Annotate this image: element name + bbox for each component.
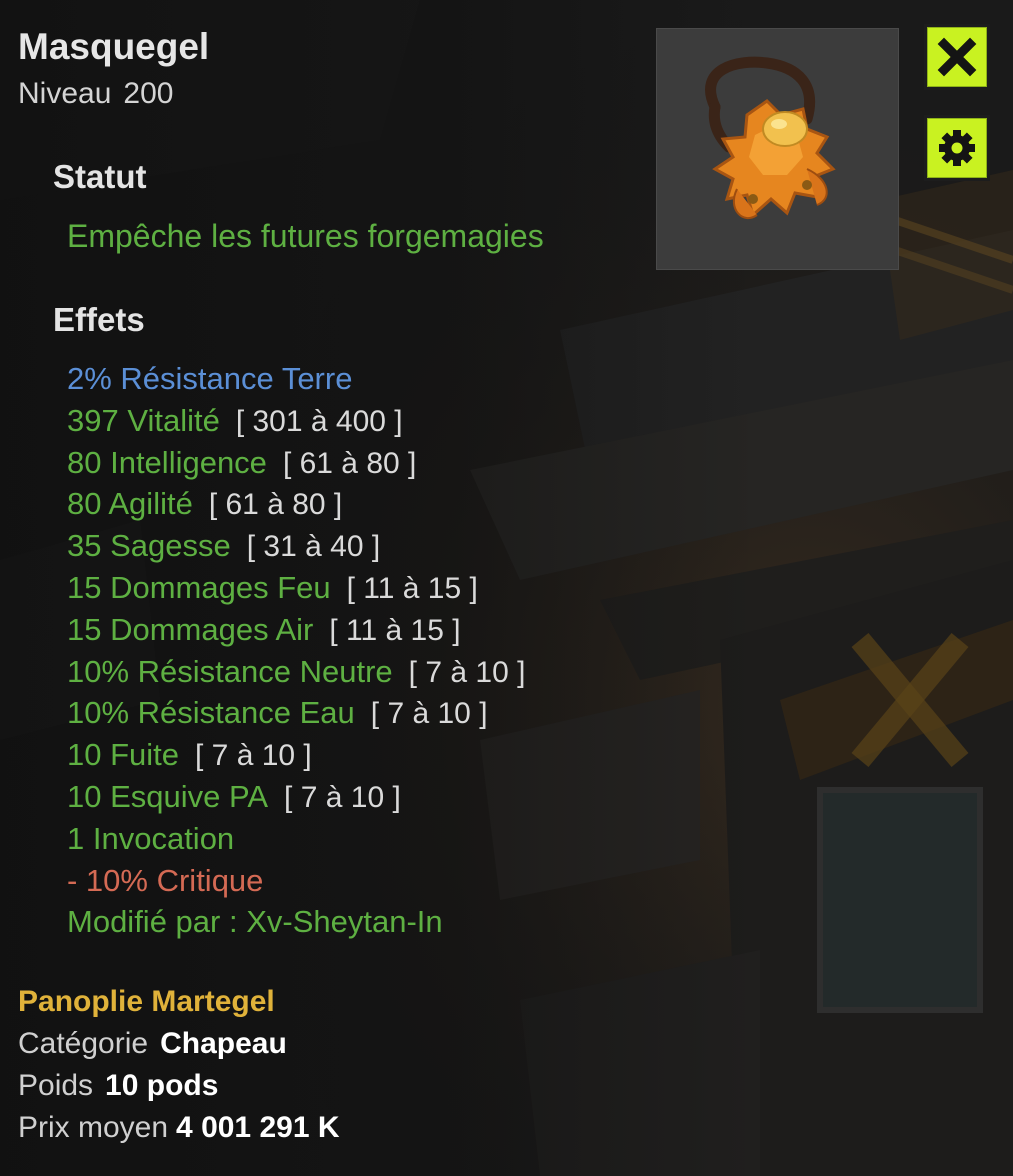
effect-line: 15 Dommages Air [ 11 à 15 ] xyxy=(67,611,525,653)
effect-text: 1 Invocation xyxy=(67,820,235,856)
close-icon xyxy=(937,37,977,77)
effect-line: 10% Résistance Eau [ 7 à 10 ] xyxy=(67,694,525,736)
effect-line: - 10% Critique xyxy=(67,862,525,904)
effect-range: [ 11 à 15 ] xyxy=(329,613,461,647)
effect-text: 15 Dommages Feu xyxy=(67,569,331,605)
status-text: Empêche les futures forgemagies xyxy=(67,218,544,254)
effect-text: 2% Résistance Terre xyxy=(67,361,353,396)
weight-row: Poids 10 pods xyxy=(18,1069,218,1103)
effect-line: 80 Intelligence [ 61 à 80 ] xyxy=(67,444,525,486)
item-image-frame xyxy=(656,28,899,270)
effect-range: [ 7 à 10 ] xyxy=(370,697,488,731)
weight-value: 10 pods xyxy=(105,1069,219,1102)
effects-list: 2% Résistance Terre 397 Vitalité [ 301 à 4… xyxy=(67,360,525,945)
item-level: Niveau 200 xyxy=(18,77,173,111)
effect-line: 1 Invocation xyxy=(67,820,525,862)
effect-range: [ 7 à 10 ] xyxy=(408,655,526,689)
effect-text: 10 Esquive PA xyxy=(67,778,269,814)
weight-label: Poids xyxy=(18,1069,94,1102)
item-set-link[interactable]: Panoplie Martegel xyxy=(18,985,275,1019)
close-button[interactable] xyxy=(924,24,990,90)
effect-line: Modifié par : Xv-Sheytan-In xyxy=(67,903,525,945)
effect-line: 10% Résistance Neutre [ 7 à 10 ] xyxy=(67,653,525,695)
effect-text: - 10% Critique xyxy=(67,862,264,898)
effect-line: 397 Vitalité [ 301 à 400 ] xyxy=(67,402,525,444)
effect-range: [ 7 à 10 ] xyxy=(195,739,312,773)
item-tooltip-panel: Masquegel Niveau 200 Statut Empêche les f… xyxy=(0,0,1013,1176)
effect-range: [ 61 à 80 ] xyxy=(208,488,343,522)
effect-line: 35 Sagesse [ 31 à 40 ] xyxy=(67,527,525,569)
effect-text: 80 Intelligence xyxy=(67,444,267,480)
effect-text: 80 Agilité xyxy=(67,486,193,522)
hat-item-icon xyxy=(705,56,836,219)
price-value: 4 001 291 K xyxy=(176,1111,340,1144)
item-name: Masquegel xyxy=(18,26,210,67)
effect-line: 80 Agilité [ 61 à 80 ] xyxy=(67,485,525,527)
effect-range: [ 7 à 10 ] xyxy=(284,780,401,814)
category-row: Catégorie Chapeau xyxy=(18,1027,287,1061)
effect-text: 10% Résistance Neutre xyxy=(67,653,393,689)
effects-heading: Effets xyxy=(53,301,145,338)
gear-icon xyxy=(939,130,975,166)
category-label: Catégorie xyxy=(18,1027,149,1060)
effect-line: 15 Dommages Feu [ 11 à 15 ] xyxy=(67,569,525,611)
effect-text: 397 Vitalité xyxy=(67,402,220,438)
effect-range: [ 61 à 80 ] xyxy=(282,446,417,480)
settings-button[interactable] xyxy=(924,115,990,181)
level-label: Niveau xyxy=(18,77,112,110)
category-value: Chapeau xyxy=(160,1027,287,1060)
price-label: Prix moyen xyxy=(18,1111,169,1144)
status-heading: Statut xyxy=(53,158,147,195)
effect-text: Modifié par : Xv-Sheytan-In xyxy=(67,904,443,940)
effect-line: 2% Résistance Terre xyxy=(67,360,525,402)
level-value: 200 xyxy=(123,77,174,110)
effect-text: 10% Résistance Eau xyxy=(67,695,355,731)
effect-text: 10 Fuite xyxy=(67,737,180,773)
effect-line: 10 Fuite [ 7 à 10 ] xyxy=(67,736,525,778)
effect-range: [ 11 à 15 ] xyxy=(346,571,478,605)
effect-text: 15 Dommages Air xyxy=(67,611,314,647)
effect-range: [ 301 à 400 ] xyxy=(235,404,403,438)
price-row: Prix moyen 4 001 291 K xyxy=(18,1111,340,1145)
effect-range: [ 31 à 40 ] xyxy=(246,530,381,564)
effect-line: 10 Esquive PA [ 7 à 10 ] xyxy=(67,778,525,820)
effect-text: 35 Sagesse xyxy=(67,528,231,564)
